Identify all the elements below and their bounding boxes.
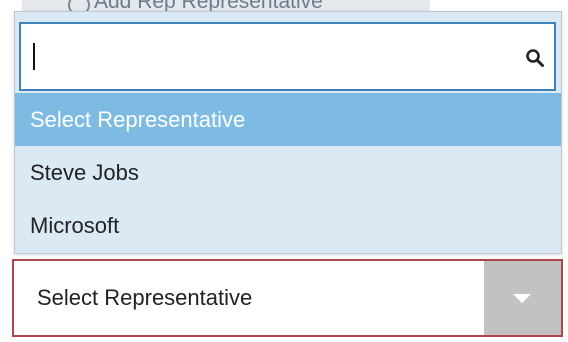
select-arrow-button[interactable] (484, 261, 561, 335)
option-steve-jobs[interactable]: Steve Jobs (15, 146, 561, 199)
dropdown-search-input[interactable] (31, 38, 511, 74)
option-microsoft[interactable]: Microsoft (15, 199, 561, 252)
chevron-down-icon (513, 294, 531, 303)
select-current-value: Select Representative (37, 285, 253, 310)
dropdown-search-box[interactable] (19, 22, 556, 91)
option-select-representative[interactable]: Select Representative (15, 93, 561, 146)
text-cursor (33, 43, 35, 70)
representative-select[interactable]: Select Representative (12, 259, 563, 337)
search-icon[interactable] (525, 48, 545, 68)
representative-dropdown-panel: Select Representative Steve Jobs Microso… (14, 11, 562, 254)
